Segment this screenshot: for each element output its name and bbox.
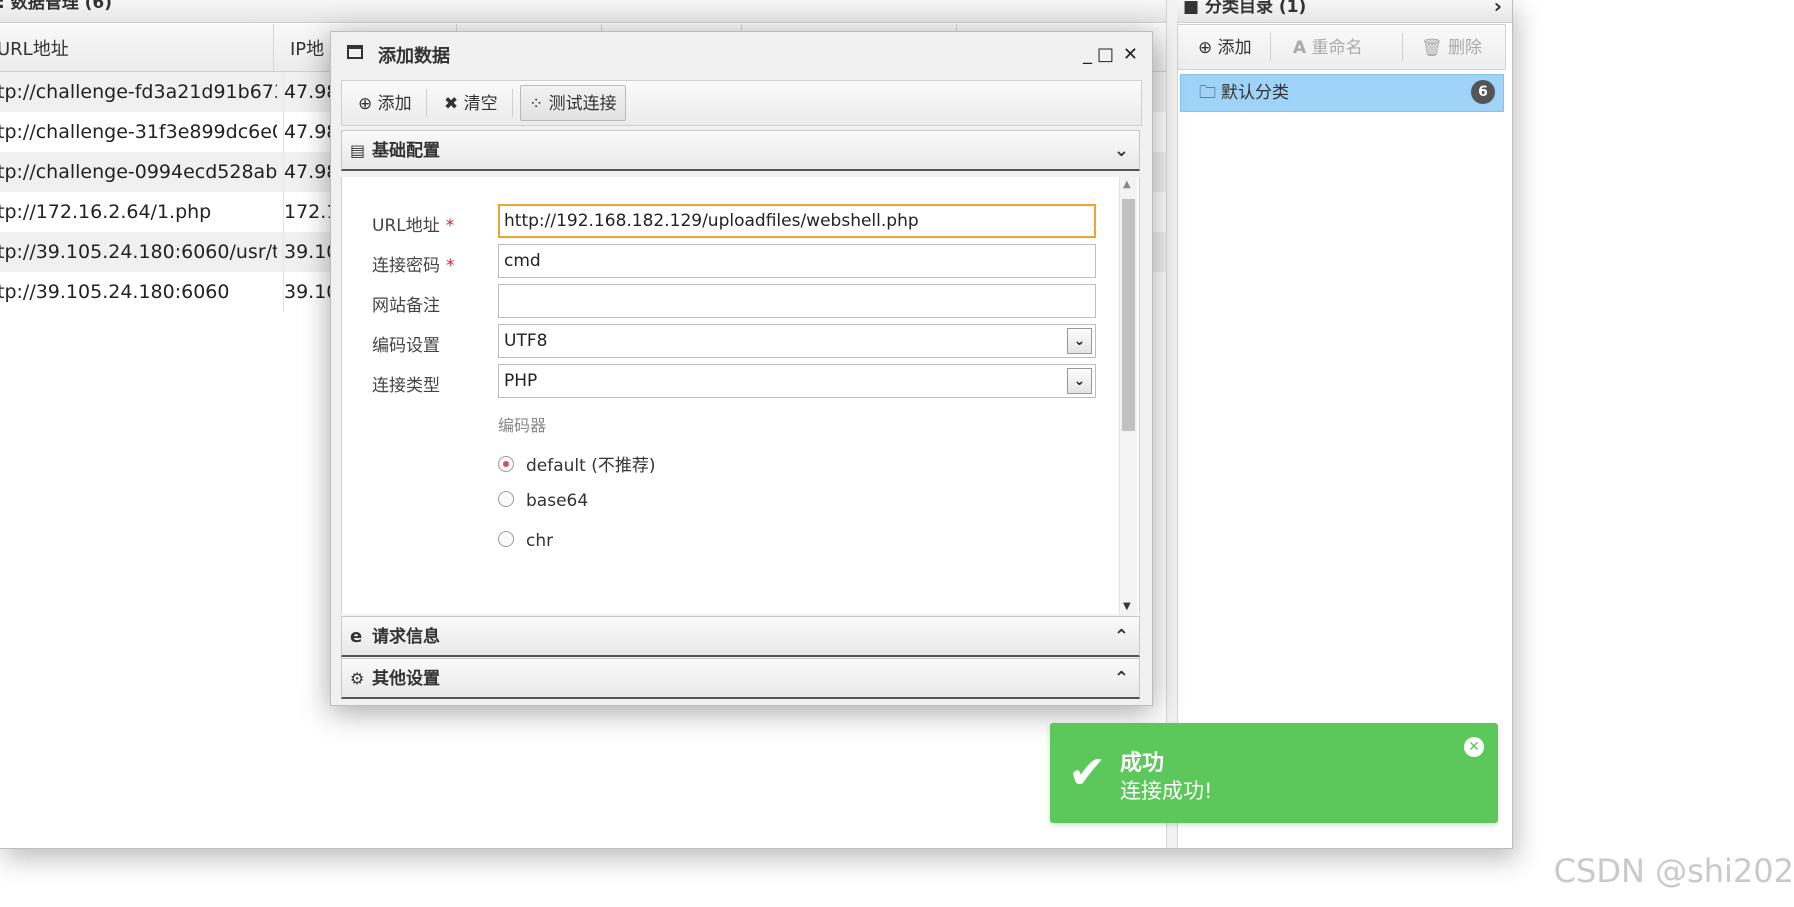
type-label: 连接类型 bbox=[372, 376, 440, 396]
row-url: tp://39.105.24.180:6060 bbox=[0, 281, 230, 303]
success-toast: ✔ 成功 连接成功! ✕ bbox=[1050, 723, 1498, 823]
chevron-right-icon[interactable]: › bbox=[1494, 0, 1502, 18]
section-request-label: 请求信息 bbox=[372, 627, 440, 647]
password-label: 连接密码 * bbox=[372, 256, 455, 276]
encoding-label: 编码设置 bbox=[372, 336, 440, 356]
chevron-down-icon[interactable]: ⌄ bbox=[1067, 368, 1092, 394]
row-url: tp://challenge-0994ecd528ab0c bbox=[0, 161, 277, 183]
category-rename-label: 重命名 bbox=[1311, 38, 1363, 58]
dialog-titlebar[interactable]: 添加数据 _ □ ✕ bbox=[331, 32, 1152, 77]
add-button[interactable]: ⊕ 添加 bbox=[358, 81, 412, 125]
add-data-dialog: 添加数据 _ □ ✕ ⊕ 添加 ✖ 清空 ⁘ 测试连接 ▤ 基础配置 ⌄ URL… bbox=[330, 31, 1153, 706]
type-select[interactable]: PHP ⌄ bbox=[498, 364, 1096, 398]
category-toolbar: ⊕ 添加 A 重命名 🗑 删除 bbox=[1177, 24, 1506, 70]
section-basic-label: 基础配置 bbox=[372, 141, 440, 161]
close-icon[interactable]: ✕ bbox=[1123, 44, 1138, 65]
minimize-icon[interactable]: _ bbox=[1083, 44, 1092, 65]
note-label: 网站备注 bbox=[372, 296, 440, 316]
edge-icon: e bbox=[350, 626, 363, 647]
encoder-label: 编码器 bbox=[498, 416, 547, 435]
radio-selected[interactable] bbox=[498, 456, 514, 472]
row-url: tp://39.105.24.180:6060/usr/the bbox=[0, 241, 277, 263]
test-connection-label: 测试连接 bbox=[548, 94, 617, 114]
plus-circle-icon: ⊕ bbox=[358, 94, 373, 114]
close-icon[interactable]: ✕ bbox=[1464, 737, 1484, 757]
encoder-option-hint: (不推荐) bbox=[591, 456, 656, 476]
category-add-button[interactable]: ⊕ 添加 bbox=[1198, 25, 1252, 69]
category-item-default[interactable]: 🗀 默认分类 6 bbox=[1180, 74, 1504, 112]
section-request-info[interactable]: e 请求信息 ⌃ bbox=[341, 616, 1140, 657]
row-url: tp://challenge-31f3e899dc6e065 bbox=[0, 121, 277, 143]
row-url: tp://172.16.2.64/1.php bbox=[0, 201, 212, 223]
chevron-down-icon: ⌄ bbox=[1113, 140, 1129, 161]
chevron-up-icon: ⌃ bbox=[1113, 668, 1129, 689]
add-button-label: 添加 bbox=[377, 94, 412, 114]
document-icon: ▤ bbox=[350, 141, 366, 160]
gears-icon: ⚙ bbox=[350, 669, 365, 688]
window-icon bbox=[347, 45, 363, 59]
plus-circle-icon: ⊕ bbox=[1198, 38, 1213, 58]
data-panel-header: : 数据管理 (6) bbox=[0, 0, 1166, 23]
note-input[interactable] bbox=[498, 284, 1096, 318]
encoding-select[interactable]: UTF8 ⌄ bbox=[498, 324, 1096, 358]
trash-icon: 🗑 bbox=[1421, 38, 1443, 58]
folder-icon: ■ bbox=[1183, 0, 1200, 17]
scroll-up-icon[interactable]: ▲ bbox=[1123, 179, 1131, 190]
clear-button-label: 清空 bbox=[463, 94, 498, 114]
basic-config-form: URL地址 * http://192.168.182.129/uploadfile… bbox=[341, 177, 1140, 614]
section-other-settings[interactable]: ⚙ 其他设置 ⌃ bbox=[341, 658, 1140, 699]
category-panel-title: 分类目录 (1) bbox=[1204, 0, 1307, 17]
section-basic-config[interactable]: ▤ 基础配置 ⌄ bbox=[341, 130, 1140, 171]
category-delete-label: 删除 bbox=[1448, 38, 1482, 58]
dialog-title: 添加数据 bbox=[378, 46, 450, 67]
watermark: CSDN @shi202 bbox=[1553, 852, 1794, 890]
encoding-value: UTF8 bbox=[504, 331, 548, 351]
folder-open-icon: 🗀 bbox=[1199, 83, 1216, 103]
category-delete-button[interactable]: 🗑 删除 bbox=[1421, 25, 1482, 69]
form-scrollbar[interactable]: ▲ ▼ bbox=[1119, 177, 1137, 614]
count-badge: 6 bbox=[1471, 80, 1495, 104]
row-url: tp://challenge-fd3a21d91b6732 bbox=[0, 81, 277, 103]
checkmark-icon: ✔ bbox=[1068, 745, 1107, 799]
column-header-url[interactable]: URL地址 bbox=[0, 24, 274, 71]
maximize-icon[interactable]: □ bbox=[1097, 44, 1114, 65]
category-panel-header: ■ 分类目录 (1) › bbox=[1177, 0, 1512, 23]
test-connection-button[interactable]: ⁘ 测试连接 bbox=[520, 85, 626, 121]
scrollbar-thumb[interactable] bbox=[1122, 199, 1135, 431]
radio-unselected[interactable] bbox=[498, 491, 514, 507]
toast-title: 成功 bbox=[1120, 751, 1165, 776]
encoder-option-default[interactable]: default (不推荐) bbox=[498, 451, 656, 476]
encoder-option-base64[interactable]: base64 bbox=[498, 491, 588, 511]
encoder-option-label: default bbox=[526, 456, 586, 476]
encoder-option-label: chr bbox=[526, 531, 554, 551]
category-add-label: 添加 bbox=[1217, 38, 1252, 58]
category-item-label: 默认分类 bbox=[1221, 83, 1289, 103]
x-icon: ✖ bbox=[444, 94, 459, 114]
data-panel-title: : 数据管理 (6) bbox=[0, 0, 113, 13]
type-value: PHP bbox=[504, 371, 538, 391]
password-input[interactable]: cmd bbox=[498, 244, 1096, 278]
toast-message: 连接成功! bbox=[1120, 779, 1213, 803]
section-other-label: 其他设置 bbox=[372, 669, 440, 689]
category-rename-button[interactable]: A 重命名 bbox=[1293, 25, 1363, 69]
url-input[interactable]: http://192.168.182.129/uploadfiles/websh… bbox=[498, 204, 1096, 238]
panel-splitter[interactable] bbox=[1166, 0, 1178, 848]
spinner-icon: ⁘ bbox=[529, 94, 544, 114]
clear-button[interactable]: ✖ 清空 bbox=[444, 81, 498, 125]
chevron-up-icon: ⌃ bbox=[1113, 626, 1129, 647]
encoder-option-chr[interactable]: chr bbox=[498, 531, 553, 551]
encoder-option-label: base64 bbox=[526, 491, 589, 511]
radio-unselected[interactable] bbox=[498, 531, 514, 547]
dialog-toolbar: ⊕ 添加 ✖ 清空 ⁘ 测试连接 bbox=[341, 80, 1142, 126]
scroll-down-icon[interactable]: ▼ bbox=[1123, 601, 1131, 612]
font-icon: A bbox=[1293, 38, 1307, 58]
url-label: URL地址 * bbox=[372, 216, 455, 236]
chevron-down-icon[interactable]: ⌄ bbox=[1067, 328, 1092, 354]
